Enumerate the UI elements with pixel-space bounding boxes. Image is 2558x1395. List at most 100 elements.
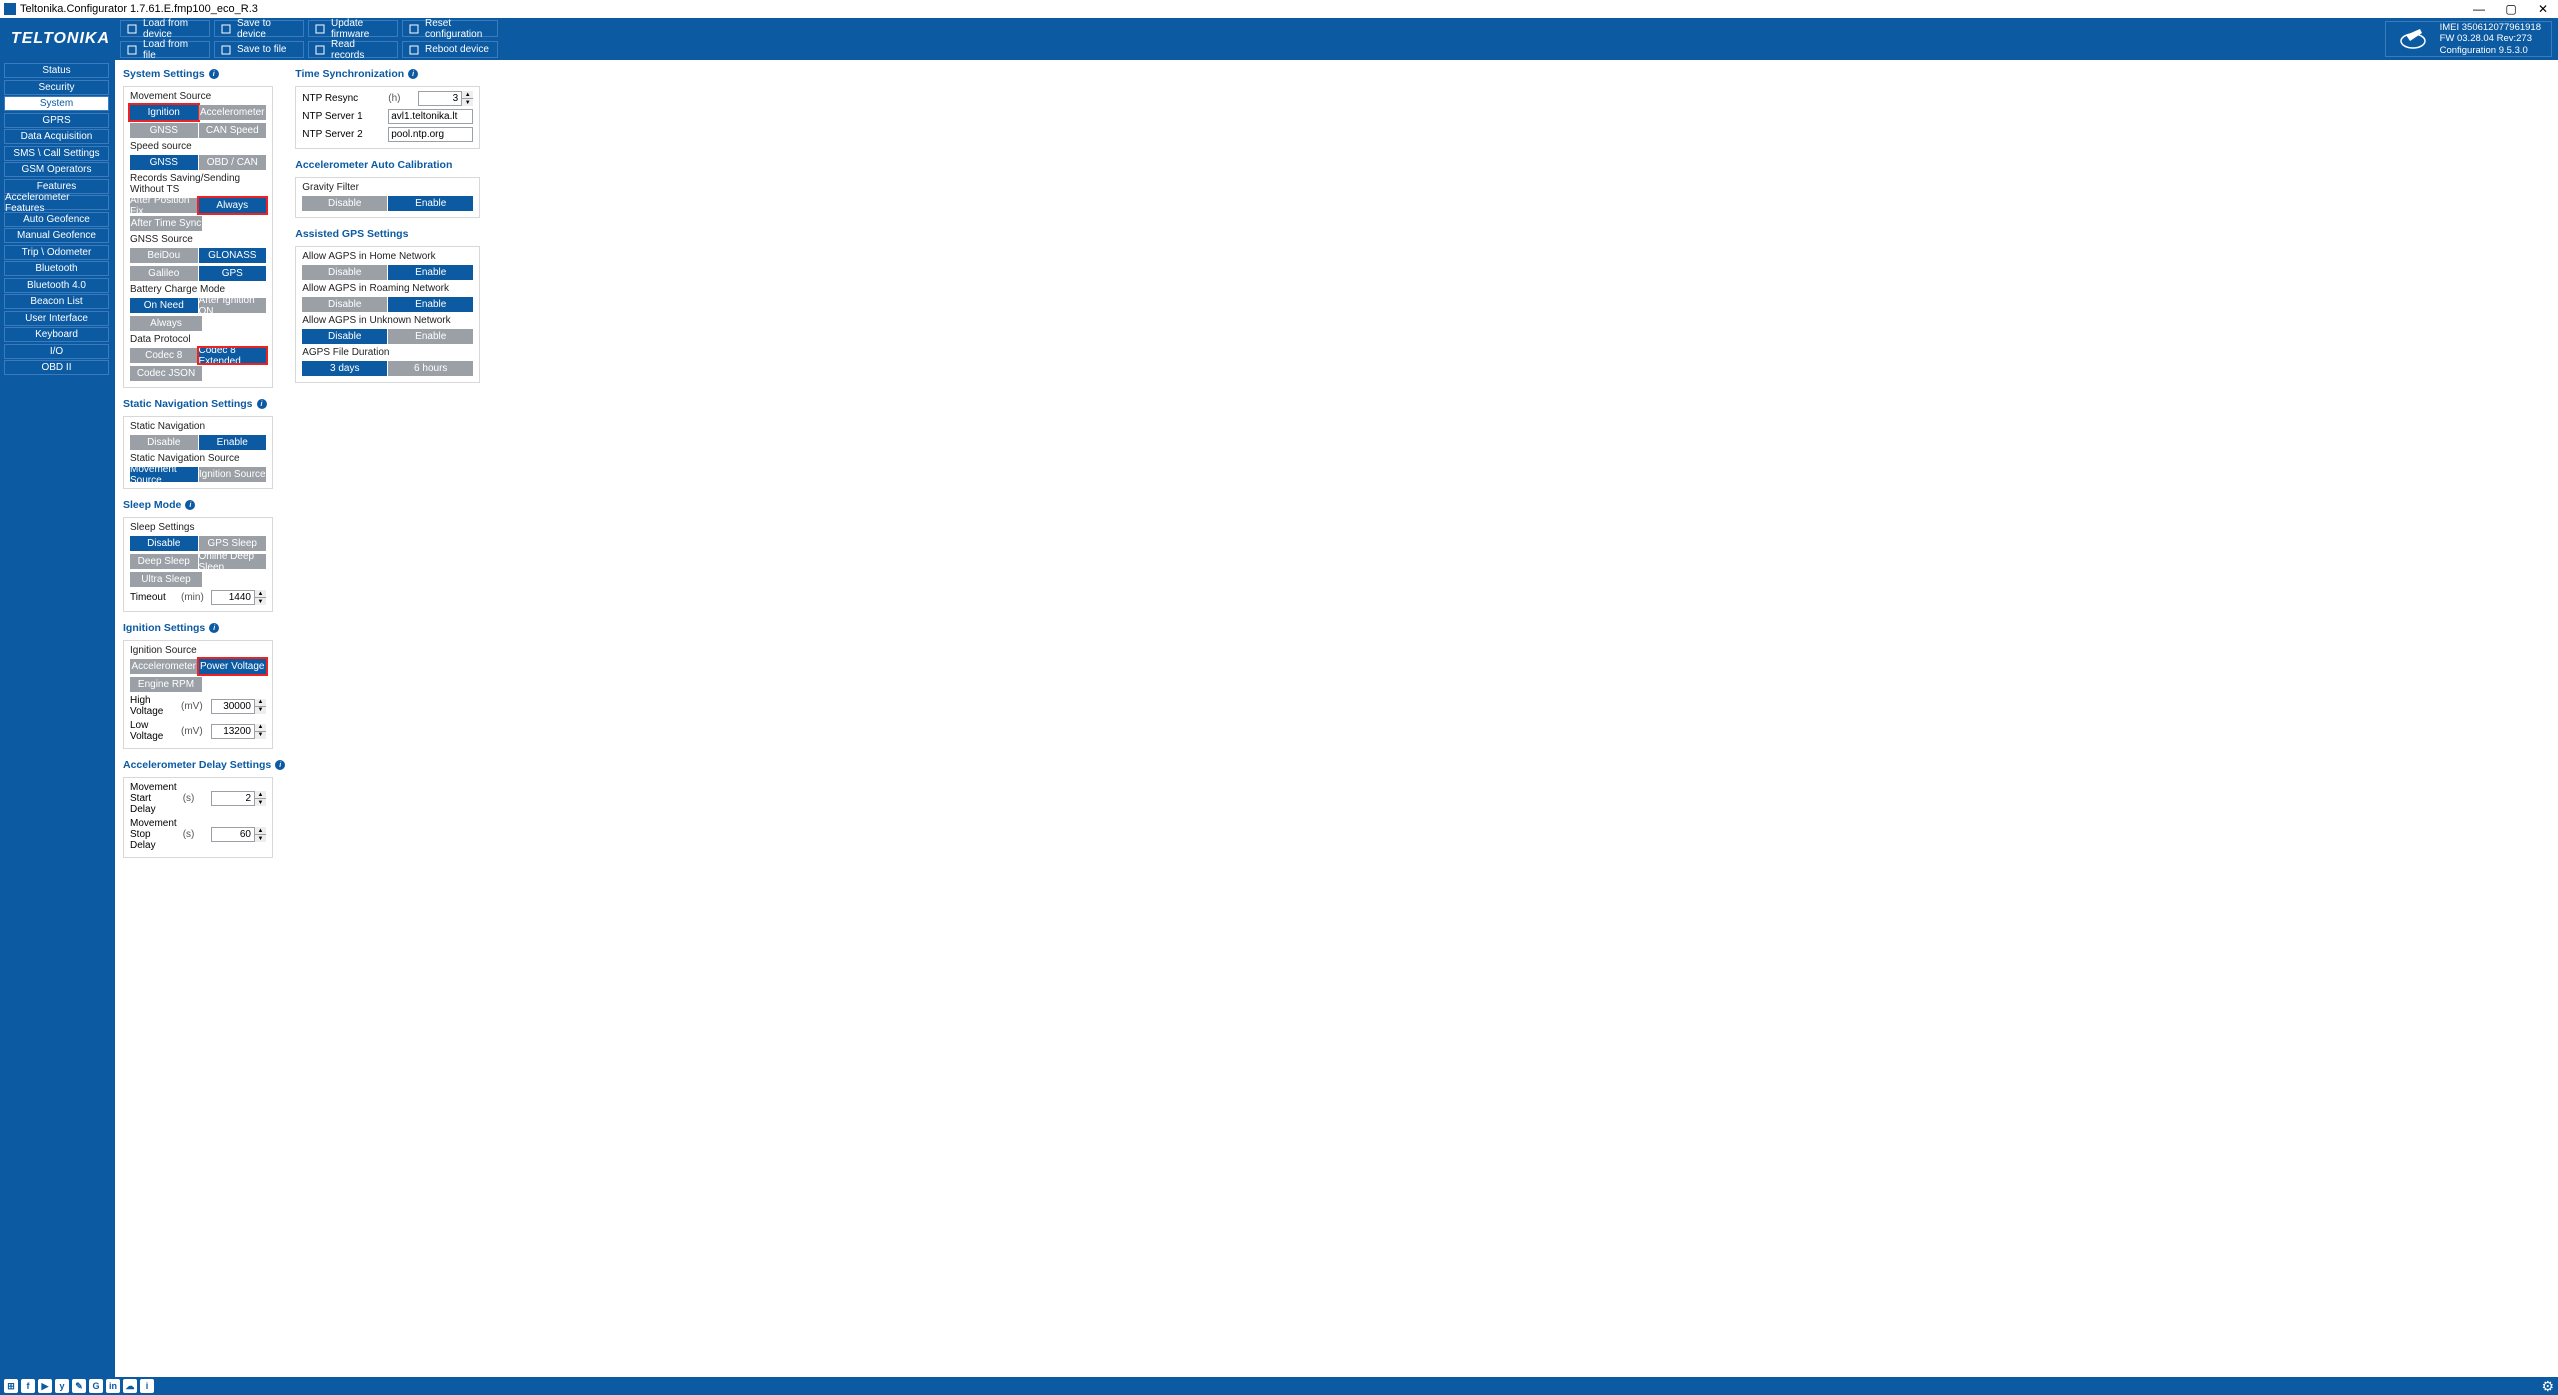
load-from-device-button[interactable]: Load from device [120, 20, 210, 37]
toggle-movement-source[interactable]: Movement Source [130, 467, 198, 482]
minimize-button[interactable]: — [2472, 2, 2486, 16]
ntp-server-2-input[interactable] [388, 127, 473, 142]
toggle-ignition-source[interactable]: Ignition Source [199, 467, 267, 482]
close-button[interactable]: ✕ [2536, 2, 2550, 16]
info-icon[interactable]: i [257, 399, 267, 409]
read-records-button[interactable]: Read records [308, 41, 398, 58]
toggle-disable[interactable]: Disable [130, 435, 198, 450]
toggle-galileo[interactable]: Galileo [130, 266, 198, 281]
footer-social-icon-8[interactable]: i [140, 1379, 154, 1393]
toggle-online-deep-sleep[interactable]: Online Deep Sleep [199, 554, 267, 569]
save-to-file-button[interactable]: Save to file [214, 41, 304, 58]
sidebar-item-auto-geofence[interactable]: Auto Geofence [4, 212, 109, 227]
toggle-gnss[interactable]: GNSS [130, 123, 198, 138]
toggle-disable[interactable]: Disable [302, 329, 387, 344]
update-firmware-button[interactable]: Update firmware [308, 20, 398, 37]
sidebar-item-bluetooth[interactable]: Bluetooth [4, 261, 109, 276]
toggle-power-voltage[interactable]: Power Voltage [199, 659, 267, 674]
toggle-after-time-sync[interactable]: After Time Sync [130, 216, 202, 231]
toggle-ultra-sleep[interactable]: Ultra Sleep [130, 572, 202, 587]
toggle-always[interactable]: Always [130, 316, 202, 331]
toggle-accelerometer[interactable]: Accelerometer [199, 105, 267, 120]
toggle-glonass[interactable]: GLONASS [199, 248, 267, 263]
sidebar-item-obd-ii[interactable]: OBD II [4, 360, 109, 375]
toggle-disable[interactable]: Disable [302, 297, 387, 312]
toggle-disable[interactable]: Disable [130, 536, 198, 551]
spinner-up[interactable]: ▲ [255, 791, 266, 799]
toggle-ignition[interactable]: Ignition [130, 105, 198, 120]
toggle-on-need[interactable]: On Need [130, 298, 198, 313]
info-icon[interactable]: i [408, 69, 418, 79]
toggle-after-ignition-on[interactable]: After Ignition ON [199, 298, 267, 313]
info-icon[interactable]: i [209, 69, 219, 79]
sidebar-item-manual-geofence[interactable]: Manual Geofence [4, 228, 109, 243]
sidebar-item-gprs[interactable]: GPRS [4, 113, 109, 128]
spinner-up[interactable]: ▲ [462, 91, 473, 99]
sidebar-item-security[interactable]: Security [4, 80, 109, 95]
footer-social-icon-7[interactable]: ☁ [123, 1379, 137, 1393]
sidebar-item-trip-odometer[interactable]: Trip \ Odometer [4, 245, 109, 260]
spinner-up[interactable]: ▲ [255, 699, 266, 707]
toggle-can-speed[interactable]: CAN Speed [199, 123, 267, 138]
toggle-always[interactable]: Always [199, 198, 267, 213]
info-icon[interactable]: i [209, 623, 219, 633]
toggle-codec-8-extended[interactable]: Codec 8 Extended [199, 348, 267, 363]
sidebar-item-status[interactable]: Status [4, 63, 109, 78]
toggle-deep-sleep[interactable]: Deep Sleep [130, 554, 198, 569]
footer-social-icon-1[interactable]: f [21, 1379, 35, 1393]
toggle-disable[interactable]: Disable [302, 265, 387, 280]
sidebar-item-keyboard[interactable]: Keyboard [4, 327, 109, 342]
footer-social-icon-2[interactable]: ▶ [38, 1379, 52, 1393]
sidebar-item-accelerometer-features[interactable]: Accelerometer Features [4, 195, 109, 210]
footer-social-icon-5[interactable]: G [89, 1379, 103, 1393]
info-icon[interactable]: i [185, 500, 195, 510]
toggle-6-hours[interactable]: 6 hours [388, 361, 473, 376]
spinner-down[interactable]: ▼ [255, 707, 266, 714]
load-from-file-button[interactable]: Load from file [120, 41, 210, 58]
sidebar-item-beacon-list[interactable]: Beacon List [4, 294, 109, 309]
spinner-up[interactable]: ▲ [255, 590, 266, 598]
spinner-up[interactable]: ▲ [255, 827, 266, 835]
toggle-gnss[interactable]: GNSS [130, 155, 198, 170]
toggle-accelerometer[interactable]: Accelerometer [130, 659, 198, 674]
footer-social-icon-0[interactable]: ⊞ [4, 1379, 18, 1393]
toggle-enable[interactable]: Enable [388, 329, 473, 344]
toggle-3-days[interactable]: 3 days [302, 361, 387, 376]
sidebar-item-user-interface[interactable]: User Interface [4, 311, 109, 326]
spinner-down[interactable]: ▼ [255, 732, 266, 739]
toggle-codec-8[interactable]: Codec 8 [130, 348, 198, 363]
toggle-disable[interactable]: Disable [302, 196, 387, 211]
sidebar-item-bluetooth-4-0[interactable]: Bluetooth 4.0 [4, 278, 109, 293]
sidebar-item-sms-call-settings[interactable]: SMS \ Call Settings [4, 146, 109, 161]
reboot-device-button[interactable]: Reboot device [402, 41, 498, 58]
footer-social-icon-6[interactable]: in [106, 1379, 120, 1393]
footer-social-icon-4[interactable]: ✎ [72, 1379, 86, 1393]
toggle-after-position-fix[interactable]: After Position Fix [130, 198, 198, 213]
maximize-button[interactable]: ▢ [2504, 2, 2518, 16]
sidebar-item-data-acquisition[interactable]: Data Acquisition [4, 129, 109, 144]
info-icon[interactable]: i [275, 760, 285, 770]
toggle-obd-can[interactable]: OBD / CAN [199, 155, 267, 170]
toggle-enable[interactable]: Enable [388, 265, 473, 280]
settings-gear-icon[interactable]: ⚙ [2541, 1378, 2554, 1395]
toggle-enable[interactable]: Enable [388, 297, 473, 312]
toggle-engine-rpm[interactable]: Engine RPM [130, 677, 202, 692]
reset-configuration-button[interactable]: Reset configuration [402, 20, 498, 37]
sidebar-item-i-o[interactable]: I/O [4, 344, 109, 359]
toggle-gps[interactable]: GPS [199, 266, 267, 281]
toggle-codec-json[interactable]: Codec JSON [130, 366, 202, 381]
footer-social-icon-3[interactable]: y [55, 1379, 69, 1393]
spinner-down[interactable]: ▼ [462, 99, 473, 106]
ntp-server-1-input[interactable] [388, 109, 473, 124]
toggle-enable[interactable]: Enable [199, 435, 267, 450]
toggle-gps-sleep[interactable]: GPS Sleep [199, 536, 267, 551]
sidebar-item-gsm-operators[interactable]: GSM Operators [4, 162, 109, 177]
toggle-beidou[interactable]: BeiDou [130, 248, 198, 263]
spinner-up[interactable]: ▲ [255, 724, 266, 732]
spinner-down[interactable]: ▼ [255, 598, 266, 605]
spinner-down[interactable]: ▼ [255, 799, 266, 806]
toggle-enable[interactable]: Enable [388, 196, 473, 211]
sidebar-item-system[interactable]: System [4, 96, 109, 111]
save-to-device-button[interactable]: Save to device [214, 20, 304, 37]
spinner-down[interactable]: ▼ [255, 835, 266, 842]
